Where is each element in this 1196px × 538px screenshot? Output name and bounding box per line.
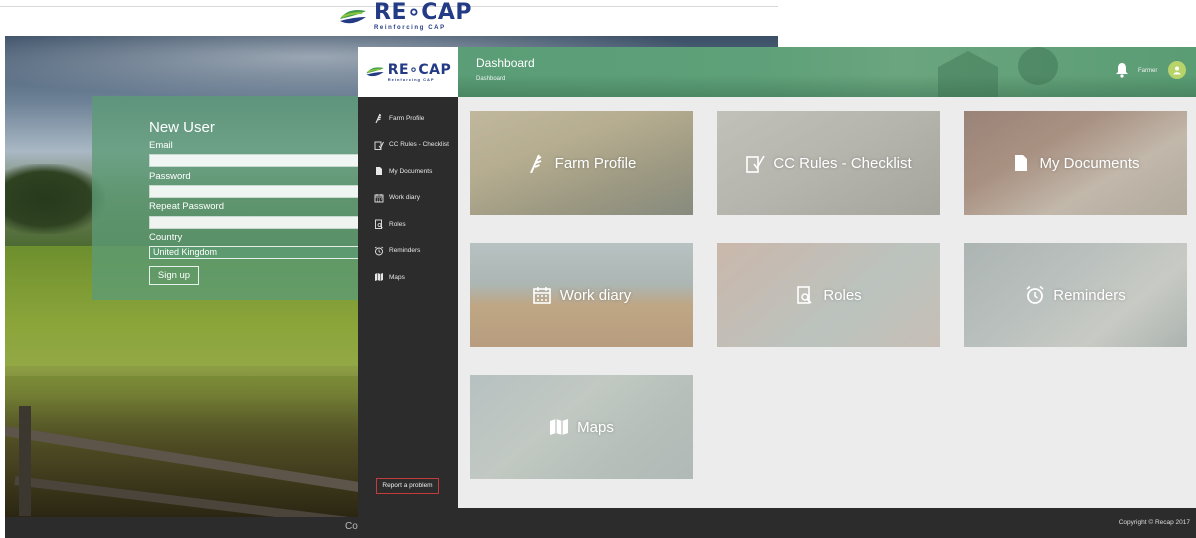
sidebar-nav: Farm Profile CC Rules - Checklist My Doc… (358, 105, 458, 291)
country-select[interactable]: United Kingdom (149, 246, 361, 259)
tile-maps[interactable]: Maps (470, 375, 693, 479)
sidebar-item-label: CC Rules - Checklist (389, 141, 449, 149)
sidebar-item-label: Work diary (389, 194, 420, 202)
tile-reminders[interactable]: Reminders (964, 243, 1187, 347)
sign-up-button[interactable]: Sign up (149, 266, 199, 285)
country-label: Country (149, 232, 183, 243)
sidebar-item-work-diary[interactable]: Work diary (358, 185, 458, 212)
user-name[interactable]: Farmer (1138, 68, 1157, 74)
map-icon (375, 273, 383, 282)
page-title: Dashboard (476, 56, 535, 70)
calendar-icon (374, 193, 384, 203)
sidebar-logo-wordmark: RE∘CAP (387, 61, 452, 78)
sidebar-item-label: Maps (389, 273, 405, 281)
documents-icon (376, 167, 382, 176)
sidebar-item-label: Farm Profile (389, 114, 425, 122)
wheat-icon (375, 114, 382, 124)
sidebar-logo[interactable]: RE∘CAP Reinforcing CAP (358, 47, 458, 97)
sidebar-item-farm-profile[interactable]: Farm Profile (358, 105, 458, 132)
new-user-title: New User (149, 119, 215, 136)
password-label: Password (149, 171, 191, 182)
logo-wordmark: RE∘CAP (374, 0, 473, 25)
repeat-password-field[interactable] (149, 216, 361, 229)
tile-label: Work diary (559, 286, 632, 304)
roles-icon (797, 286, 812, 304)
email-field[interactable] (149, 154, 361, 167)
tile-label: CC Rules - Checklist (773, 154, 912, 172)
top-header: Dashboard Dashboard Farmer (458, 47, 1196, 97)
dashboard-footer: Copyright © Recap 2017 (458, 508, 1196, 538)
roles-icon (375, 219, 383, 230)
new-user-form: New User Email Password Repeat Password … (92, 96, 361, 300)
leaf-logo-icon (366, 67, 384, 77)
recap-logo: RE∘CAP Reinforcing CAP (338, 2, 472, 31)
logo-tagline: Reinforcing CAP (374, 25, 446, 31)
sidebar-item-label: Reminders (389, 247, 421, 255)
leaf-logo-icon (340, 9, 366, 23)
tile-label: Reminders (1053, 286, 1126, 304)
calendar-icon (532, 287, 551, 304)
bell-icon[interactable] (1115, 62, 1129, 78)
sidebar-item-maps[interactable]: Maps (358, 264, 458, 291)
sidebar-item-label: Roles (389, 220, 406, 228)
tile-label: Maps (577, 418, 614, 436)
dashboard-content: Farm Profile CC Rules - Checklist My Doc… (458, 97, 1196, 508)
email-label: Email (149, 140, 173, 151)
repeat-password-label: Repeat Password (149, 201, 224, 212)
sidebar-item-label: My Documents (389, 167, 433, 175)
avatar[interactable] (1168, 61, 1186, 79)
tile-roles[interactable]: Roles (717, 243, 940, 347)
sidebar-item-cc-rules[interactable]: CC Rules - Checklist (358, 132, 458, 159)
sidebar: RE∘CAP Reinforcing CAP Farm Profile CC R… (358, 47, 458, 538)
wheat-icon (529, 154, 542, 173)
documents-icon (1015, 155, 1028, 171)
password-field[interactable] (149, 185, 361, 198)
composite-screenshot: RE∘CAP Reinforcing CAP Cop New User Emai… (0, 0, 1196, 538)
sidebar-logo-tagline: Reinforcing CAP (387, 76, 435, 82)
tile-my-documents[interactable]: My Documents (964, 111, 1187, 215)
tile-label: My Documents (1039, 154, 1140, 172)
tile-label: Roles (823, 286, 862, 304)
tile-work-diary[interactable]: Work diary (470, 243, 693, 347)
sidebar-item-my-documents[interactable]: My Documents (358, 158, 458, 185)
checklist-icon (374, 141, 384, 150)
sidebar-item-roles[interactable]: Roles (358, 211, 458, 238)
dashboard-app: RE∘CAP Reinforcing CAP Farm Profile CC R… (358, 47, 1196, 538)
tile-farm-profile[interactable]: Farm Profile (470, 111, 693, 215)
map-icon (550, 419, 569, 435)
tile-cc-rules[interactable]: CC Rules - Checklist (717, 111, 940, 215)
copyright-text: Copyright © Recap 2017 (1118, 519, 1190, 526)
sidebar-item-reminders[interactable]: Reminders (358, 238, 458, 265)
alarm-icon (1026, 285, 1044, 304)
user-icon (1173, 66, 1181, 75)
checklist-icon (746, 155, 766, 173)
alarm-icon (374, 246, 384, 256)
tile-label: Farm Profile (554, 154, 637, 172)
breadcrumb[interactable]: Dashboard (476, 76, 505, 82)
report-problem-button[interactable]: Report a problem (376, 478, 439, 494)
